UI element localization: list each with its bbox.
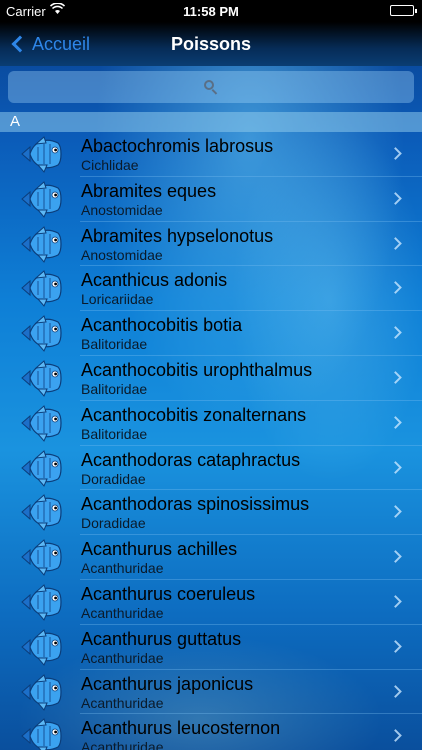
fish-row[interactable]: Acanthocobitis botia Balitoridae bbox=[0, 311, 422, 356]
fish-family: Balitoridae bbox=[81, 425, 148, 442]
fish-row[interactable]: Acanthocobitis zonalternans Balitoridae bbox=[0, 401, 422, 446]
fish-name: Acanthodoras spinosissimus bbox=[81, 494, 310, 515]
fish-icon bbox=[20, 449, 64, 487]
fish-family: Doradidae bbox=[81, 515, 146, 532]
fish-icon bbox=[20, 180, 64, 218]
chevron-right-icon bbox=[389, 236, 402, 250]
chevron-right-icon bbox=[389, 684, 402, 698]
fish-family: Acanthuridae bbox=[81, 739, 164, 750]
fish-name: Acanthocobitis zonalternans bbox=[81, 404, 307, 425]
fish-name: Acanthurus achilles bbox=[81, 539, 238, 560]
chevron-right-icon bbox=[389, 595, 402, 608]
fish-icon bbox=[20, 404, 64, 442]
fish-row[interactable]: Acanthocobitis urophthalmus Balitoridae bbox=[0, 356, 422, 401]
fish-icon bbox=[20, 269, 64, 308]
fish-name: Abramites eques bbox=[81, 180, 217, 201]
chevron-right-icon bbox=[389, 505, 402, 519]
fish-family: Acanthuridae bbox=[81, 649, 164, 666]
fish-name: Acanthocobitis botia bbox=[81, 315, 243, 336]
chevron-right-icon bbox=[389, 191, 402, 205]
battery-icon bbox=[390, 5, 417, 16]
fish-icon bbox=[20, 583, 64, 621]
fish-row[interactable]: Acanthicus adonis Loricariidae bbox=[0, 266, 422, 312]
fish-family: Cichlidae bbox=[81, 157, 139, 173]
fish-icon bbox=[20, 538, 64, 577]
fish-name: Acanthurus leucosternon bbox=[81, 718, 281, 739]
fish-row[interactable]: Acanthurus coeruleus Acanthuridae bbox=[0, 580, 422, 625]
fish-icon bbox=[20, 359, 64, 397]
fish-family: Acanthuridae bbox=[81, 560, 164, 577]
chevron-right-icon bbox=[389, 371, 402, 384]
fish-icon bbox=[20, 717, 64, 750]
fish-row[interactable]: Acanthurus guttatus Acanthuridae bbox=[0, 625, 422, 670]
clock: 11:58 PM bbox=[183, 4, 239, 19]
fish-family: Balitoridae bbox=[81, 336, 148, 353]
fish-name: Acanthurus japonicus bbox=[81, 673, 254, 694]
fish-icon bbox=[20, 225, 64, 263]
fish-icon bbox=[20, 135, 64, 173]
chevron-right-icon bbox=[389, 729, 402, 743]
fish-name: Abactochromis labrosus bbox=[81, 136, 274, 156]
chevron-right-icon bbox=[389, 326, 402, 340]
fish-family: Acanthuridae bbox=[81, 694, 164, 711]
fish-icon bbox=[20, 314, 64, 353]
status-bar: Carrier 11:58 PM bbox=[0, 0, 422, 22]
fish-name: Acanthurus coeruleus bbox=[81, 583, 256, 604]
fish-list: Abactochromis labrosus Cichlidae Abramites… bbox=[0, 132, 422, 750]
chevron-right-icon bbox=[389, 550, 402, 564]
fish-row[interactable]: Acanthurus achilles Acanthuridae bbox=[0, 535, 422, 580]
fish-family: Acanthuridae bbox=[81, 604, 164, 621]
fish-name: Acanthodoras cataphractus bbox=[81, 449, 301, 470]
search-input[interactable] bbox=[8, 71, 414, 103]
fish-row[interactable]: Abactochromis labrosus Cichlidae bbox=[0, 132, 422, 177]
fish-icon bbox=[20, 628, 64, 666]
chevron-right-icon bbox=[389, 281, 402, 295]
fish-row[interactable]: Acanthurus leucosternon Acanthuridae bbox=[0, 714, 422, 750]
fish-name: Acanthurus guttatus bbox=[81, 628, 242, 649]
fish-name: Acanthocobitis urophthalmus bbox=[81, 359, 313, 380]
search-icon bbox=[204, 80, 218, 95]
fish-name: Acanthicus adonis bbox=[81, 270, 228, 291]
fish-row[interactable]: Abramites eques Anostomidae bbox=[0, 177, 422, 222]
fish-name: Abramites hypselonotus bbox=[81, 225, 274, 246]
navigation-bar: Accueil Poissons bbox=[0, 22, 422, 66]
fish-family: Anostomidae bbox=[81, 246, 163, 263]
fish-row[interactable]: Acanthodoras cataphractus Doradidae bbox=[0, 446, 422, 491]
fish-family: Balitoridae bbox=[81, 380, 148, 397]
fish-family: Anostomidae bbox=[81, 201, 163, 218]
chevron-right-icon bbox=[389, 460, 402, 474]
fish-icon bbox=[20, 673, 64, 711]
fish-family: Loricariidae bbox=[81, 291, 154, 308]
fish-icon bbox=[20, 493, 64, 532]
fish-row[interactable]: Acanthurus japonicus Acanthuridae bbox=[0, 670, 422, 715]
fish-family: Doradidae bbox=[81, 470, 146, 487]
page-title: Poissons bbox=[170, 34, 252, 54]
fish-row[interactable]: Acanthodoras spinosissimus Doradidae bbox=[0, 490, 422, 536]
chevron-right-icon bbox=[389, 415, 402, 429]
chevron-right-icon bbox=[389, 639, 402, 653]
section-header-a: A bbox=[0, 112, 422, 132]
fish-row[interactable]: Abramites hypselonotus Anostomidae bbox=[0, 222, 422, 267]
chevron-right-icon bbox=[389, 147, 402, 160]
